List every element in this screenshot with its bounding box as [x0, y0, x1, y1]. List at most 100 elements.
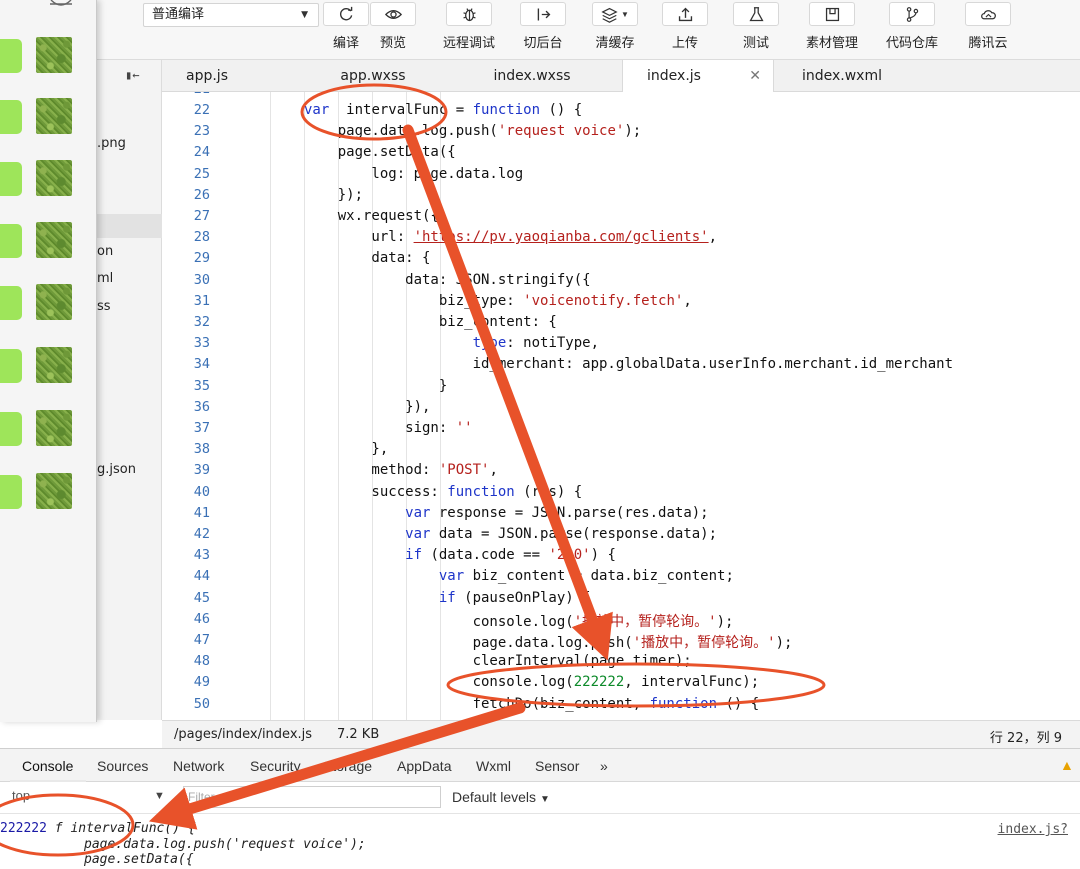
tab-console[interactable]: Console	[22, 758, 73, 774]
tab-wxml[interactable]: Wxml	[476, 758, 511, 774]
line-number: 35	[193, 377, 210, 394]
line-number: 30	[193, 271, 210, 288]
console-output: 222222 f intervalFunc() { page.data.log.…	[0, 814, 1080, 869]
line-number: 44	[193, 568, 210, 585]
message-item[interactable]	[0, 37, 97, 73]
tab-app-js[interactable]: app.js	[162, 60, 252, 92]
line-number: 28	[193, 229, 210, 246]
remote-debug-button[interactable]: 远程调试	[440, 2, 498, 51]
collapse-sidebar-icon[interactable]: ▮←	[125, 68, 139, 82]
tab-storage[interactable]: Storage	[323, 758, 372, 774]
line-number: 34	[193, 356, 210, 373]
code-line[interactable]: data: {	[304, 250, 430, 266]
line-number: 49	[193, 674, 210, 691]
code-line[interactable]: data: JSON.stringify({	[304, 272, 590, 288]
code-line[interactable]: log: page.data.log	[304, 166, 523, 182]
message-item[interactable]	[0, 222, 97, 258]
code-line[interactable]: success: function (res) {	[304, 484, 582, 500]
code-token: log: page.data.log	[304, 165, 524, 182]
context-select[interactable]: top	[12, 788, 30, 803]
console-log-line[interactable]: 222222 f intervalFunc() {	[0, 821, 196, 836]
code-line[interactable]: if (pauseOnPlay) {	[304, 590, 591, 606]
code-line[interactable]: var biz_content = data.biz_content;	[304, 568, 734, 584]
message-item[interactable]	[0, 98, 97, 134]
tab-app-wxss[interactable]: app.wxss	[312, 60, 434, 92]
code-line[interactable]: console.log(222222, intervalFunc);	[304, 674, 760, 691]
line-number: 50	[193, 695, 210, 712]
material-management-button[interactable]: 素材管理	[803, 2, 861, 51]
code-token: function	[447, 483, 515, 500]
message-item[interactable]	[0, 347, 97, 383]
file-item-selected[interactable]	[97, 214, 162, 238]
tencent-cloud-button[interactable]: 腾讯云	[963, 2, 1013, 51]
tab-appdata[interactable]: AppData	[397, 758, 451, 774]
code-line[interactable]: biz_type: 'voicenotify.fetch',	[304, 293, 692, 309]
clear-cache-button[interactable]: ▼ 清缓存	[590, 2, 640, 51]
code-line[interactable]: wx.request({	[304, 208, 439, 224]
compile-mode-select[interactable]: 普通编译 ▼	[143, 3, 319, 27]
filter-input[interactable]: Filter	[183, 786, 441, 808]
code-token: var	[438, 568, 465, 585]
code-line[interactable]: });	[304, 187, 363, 203]
upload-button[interactable]: 上传	[662, 2, 708, 51]
line-number: 45	[193, 589, 210, 606]
code-line[interactable]: id_merchant: app.globalData.userInfo.mer…	[304, 356, 953, 372]
message-item[interactable]	[0, 473, 97, 509]
chevron-down-icon[interactable]: ▼	[154, 790, 165, 802]
tab-sources[interactable]: Sources	[97, 758, 148, 774]
more-tabs-icon[interactable]: »	[600, 758, 608, 774]
close-icon[interactable]: ✕	[749, 60, 761, 92]
code-line[interactable]: console.log('播放中，暂停轮询。');	[304, 611, 734, 631]
code-line[interactable]: page.setData({	[304, 144, 456, 160]
switch-background-button[interactable]: 切后台	[518, 2, 568, 51]
file-item[interactable]: ml	[97, 271, 162, 286]
line-number: 27	[193, 208, 210, 224]
code-line[interactable]: biz_content: {	[304, 314, 557, 330]
code-repository-button[interactable]: 代码仓库	[883, 2, 941, 51]
message-item[interactable]	[0, 160, 97, 196]
code-line[interactable]: },	[304, 441, 388, 457]
code-token: biz_content = data.biz_content;	[464, 568, 734, 585]
file-item[interactable]: on	[97, 244, 162, 259]
code-token: id_merchant: app.globalData.userInfo.mer…	[304, 356, 954, 373]
tab-index-wxss[interactable]: index.wxss	[472, 60, 592, 92]
code-line[interactable]: method: 'POST',	[304, 462, 497, 478]
file-item[interactable]: ss	[97, 299, 162, 314]
file-item[interactable]: .png	[97, 136, 162, 151]
file-item[interactable]: g.json	[97, 462, 162, 477]
code-token: 222222	[573, 674, 625, 691]
tab-index-js[interactable]: index.js ✕	[622, 60, 774, 93]
message-item[interactable]	[0, 284, 97, 320]
code-line[interactable]: var data = JSON.parse(response.data);	[304, 526, 717, 542]
code-line[interactable]: page.data.log.push('request voice');	[304, 123, 641, 139]
message-item[interactable]	[0, 410, 97, 446]
code-editor[interactable]: 21 22 23 24 25 26 27 28 29 30 31 32 33 34 35 36 37 38 39 4…	[162, 92, 1080, 720]
tab-index-wxml[interactable]: index.wxml	[782, 60, 902, 92]
tab-security[interactable]: Security	[250, 758, 301, 774]
code-line[interactable]: type: notiType,	[304, 335, 599, 351]
preview-button[interactable]: 预览	[370, 2, 416, 51]
code-line[interactable]: var response = JSON.parse(res.data);	[304, 505, 708, 521]
compile-button[interactable]: 编译	[323, 2, 369, 51]
code-line[interactable]: url: 'https://pv.yaoqianba.com/gclients'…	[304, 229, 717, 245]
code-line[interactable]: if (data.code == '200') {	[304, 547, 616, 563]
code-token: (data.code ==	[422, 547, 549, 564]
bug-icon	[462, 7, 476, 21]
code-line[interactable]: clearInterval(page.timer);	[304, 653, 692, 669]
code-line[interactable]: var intervalFunc = function () {	[304, 102, 582, 118]
file-tree: ▮← .png on ml ss g.json	[97, 60, 162, 720]
log-levels-select[interactable]: Default levels ▼	[452, 789, 550, 805]
code-line[interactable]: sign: ''	[304, 420, 472, 436]
flask-icon	[748, 6, 764, 21]
code-line[interactable]: }	[304, 378, 447, 394]
log-source-link[interactable]: index.js?	[998, 822, 1068, 837]
warning-icon[interactable]: ▲	[1060, 757, 1074, 773]
editor-tabs: app.js app.wxss index.wxss index.js ✕ in…	[162, 60, 1080, 93]
tab-sensor[interactable]: Sensor	[535, 758, 579, 774]
code-line[interactable]: }),	[304, 399, 430, 415]
code-line[interactable]: fetchDo(biz_content, function () {	[304, 696, 760, 712]
test-button[interactable]: 测试	[733, 2, 779, 51]
tab-network[interactable]: Network	[173, 758, 224, 774]
code-line[interactable]: page.data.log.push('播放中，暂停轮询。');	[304, 632, 793, 652]
